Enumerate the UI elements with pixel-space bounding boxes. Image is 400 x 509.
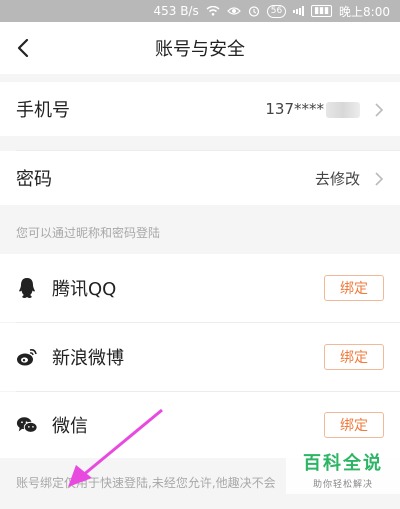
watermark-title: 百科全说 [303, 452, 383, 474]
weibo-icon [16, 346, 38, 368]
back-arrow-icon[interactable] [14, 36, 34, 60]
wechat-icon [16, 414, 38, 436]
network-type-badge: 56 [266, 4, 287, 18]
battery-icon: ▮▮▮ [311, 5, 333, 17]
watermark-subtitle: 助你轻松解决 [312, 479, 373, 490]
chevron-right-icon [374, 102, 384, 117]
alarm-icon [248, 5, 260, 17]
chevron-right-icon [374, 171, 384, 186]
binding-row-weibo: 新浪微博 绑定 [0, 323, 400, 391]
network-speed: 453 B/s [153, 4, 199, 18]
binding-label-weibo: 新浪微博 [52, 348, 124, 369]
watermark-logo: 百科全说 助你轻松解决 [286, 444, 400, 494]
binding-label-qq: 腾讯QQ [52, 279, 117, 300]
status-bar: 453 B/s 56 ▮▮▮ 晚上8:00 [0, 0, 400, 22]
eye-icon [226, 6, 241, 16]
bind-qq-button[interactable]: 绑定 [324, 275, 384, 301]
signal-icon [293, 6, 305, 16]
password-row[interactable]: 密码 去修改 [0, 151, 400, 205]
wifi-icon [206, 6, 220, 16]
qq-icon [16, 277, 38, 299]
phone-number-row[interactable]: 手机号 137**** [0, 82, 400, 136]
bind-wechat-button[interactable]: 绑定 [324, 412, 384, 438]
change-password-link[interactable]: 去修改 [315, 168, 360, 189]
password-label: 密码 [16, 169, 52, 190]
binding-footer-hint: 账号绑定仅用于快速登陆,未经您允许,他趣决不会 [16, 476, 276, 490]
binding-label-wechat: 微信 [52, 416, 88, 437]
navigation-bar: 账号与安全 [0, 22, 400, 74]
status-time: 晚上8:00 [339, 4, 390, 19]
phone-number-value: 137**** [265, 100, 360, 118]
bind-weibo-button[interactable]: 绑定 [324, 344, 384, 370]
login-hint: 您可以通过昵称和密码登陆 [16, 226, 161, 240]
phone-number-label: 手机号 [16, 100, 70, 121]
binding-row-qq: 腾讯QQ 绑定 [0, 254, 400, 322]
page-title: 账号与安全 [155, 39, 245, 60]
masked-digits [326, 101, 360, 118]
